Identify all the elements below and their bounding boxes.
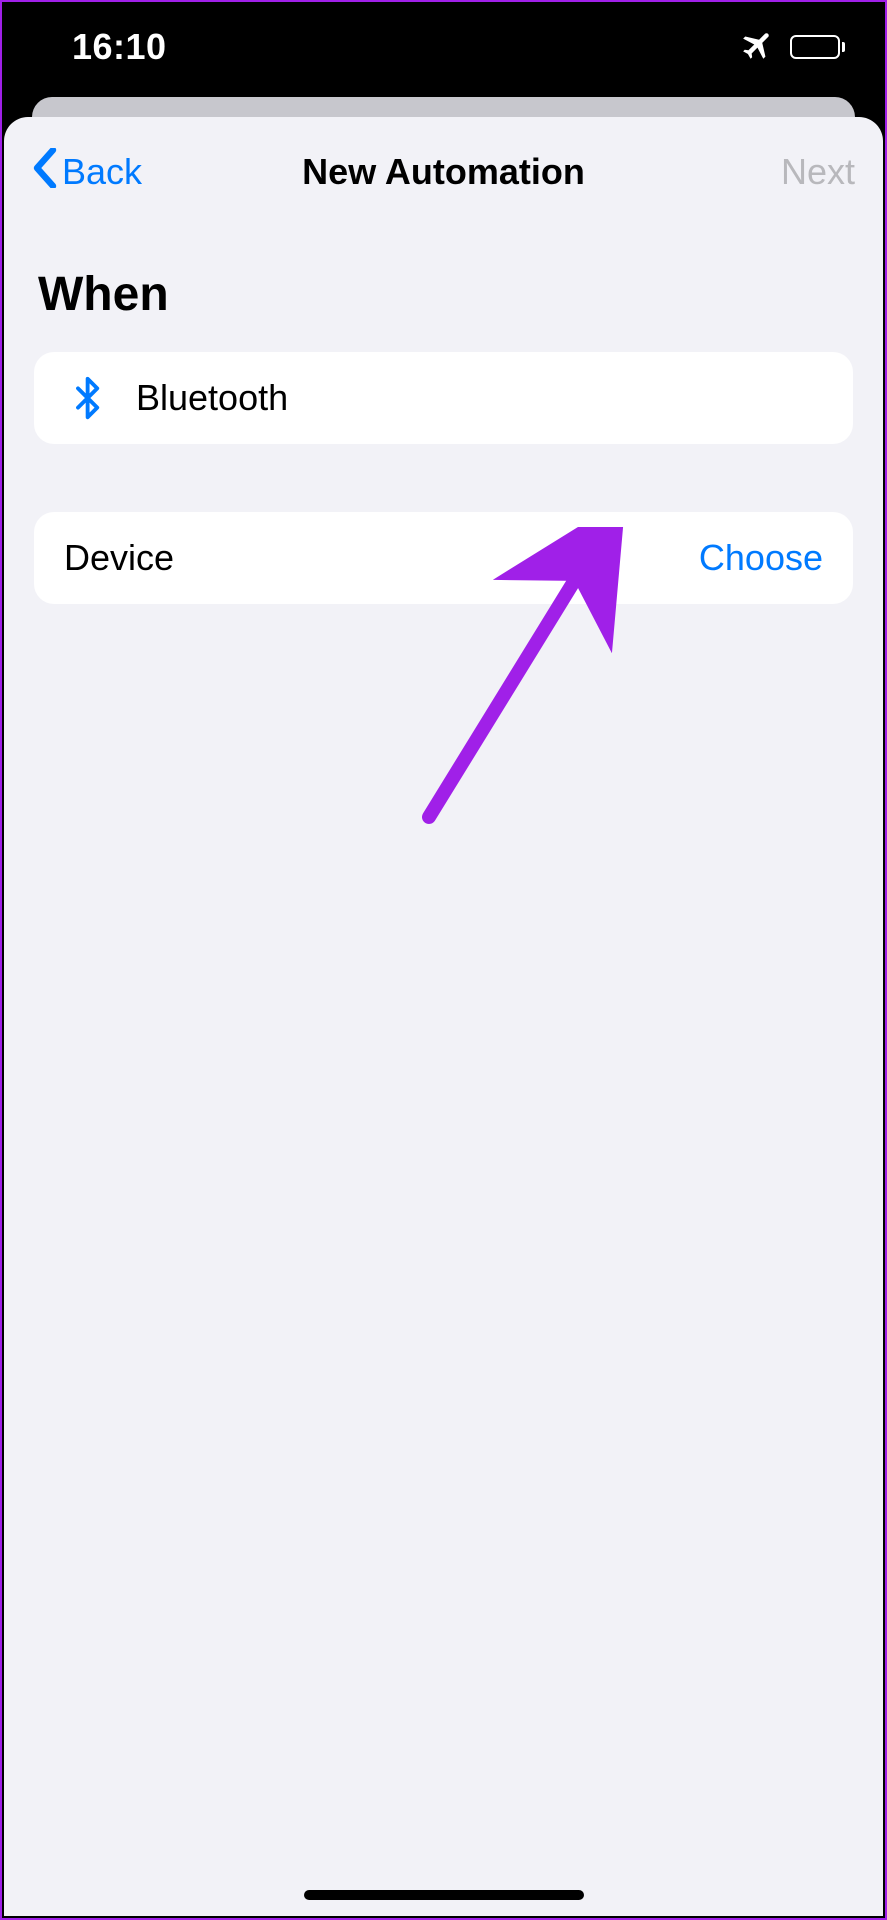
device-group: Device Choose: [34, 512, 853, 604]
status-bar: 16:10: [2, 2, 885, 92]
choose-button[interactable]: Choose: [699, 537, 823, 579]
bluetooth-icon: [64, 376, 114, 420]
trigger-group: Bluetooth: [34, 352, 853, 444]
back-label: Back: [62, 151, 142, 193]
app-frame: 16:10 Back New Automation Next: [0, 0, 887, 1920]
chevron-left-icon: [32, 148, 58, 197]
battery-icon: [790, 35, 845, 59]
status-icons: [740, 27, 845, 68]
trigger-label: Bluetooth: [136, 377, 823, 419]
device-cell[interactable]: Device Choose: [34, 512, 853, 604]
trigger-cell[interactable]: Bluetooth: [34, 352, 853, 444]
status-time: 16:10: [72, 26, 167, 68]
modal-sheet: Back New Automation Next When Bluetooth …: [4, 117, 883, 1916]
nav-bar: Back New Automation Next: [4, 117, 883, 227]
section-header: When: [4, 227, 883, 342]
next-button[interactable]: Next: [781, 151, 855, 193]
airplane-icon: [740, 27, 776, 68]
device-label: Device: [64, 537, 699, 579]
back-button[interactable]: Back: [32, 148, 142, 197]
home-indicator[interactable]: [304, 1890, 584, 1900]
